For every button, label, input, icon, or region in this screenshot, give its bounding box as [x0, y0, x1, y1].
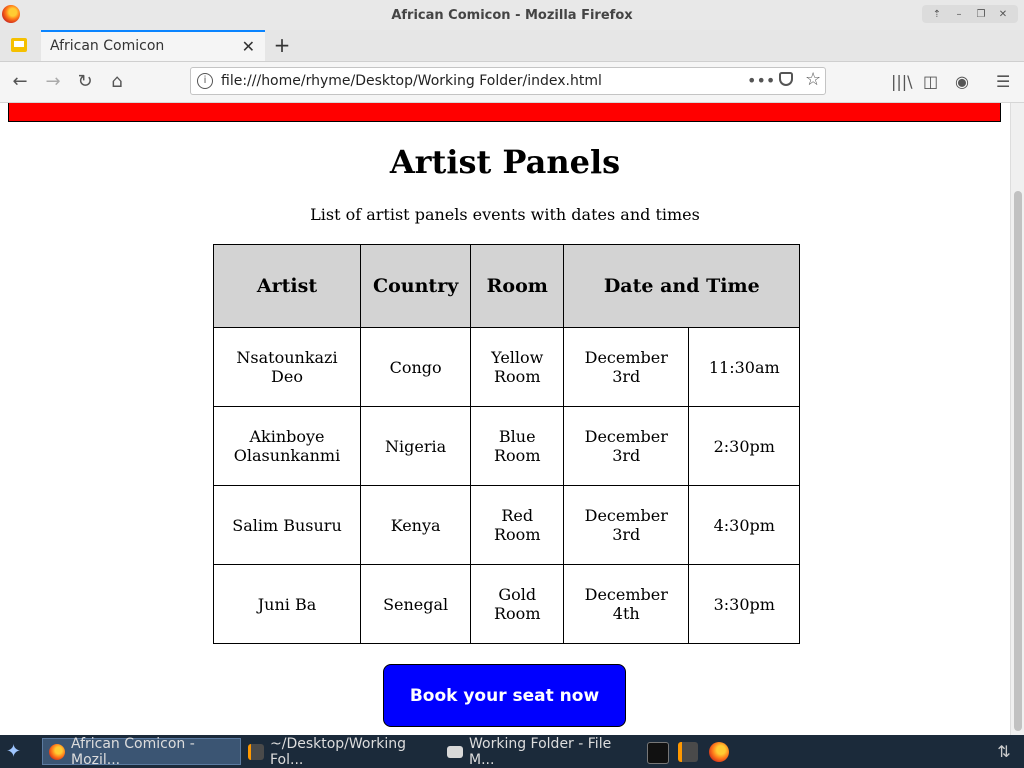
start-menu-icon[interactable]: ✦: [6, 741, 28, 763]
cell-country: Congo: [359, 327, 472, 407]
navigation-toolbar: ← → ↻ ⌂ i file:///home/rhyme/Desktop/Wor…: [0, 62, 1024, 103]
header-room: Room: [470, 244, 565, 328]
page-subtitle: List of artist panels events with dates …: [310, 205, 700, 224]
cell-artist: Nsatounkazi Deo: [213, 327, 361, 407]
taskbar-item-label: African Comicon - Mozil...: [71, 735, 195, 768]
cell-room: Yellow Room: [470, 327, 565, 407]
header-country: Country: [359, 244, 472, 328]
page-title: Artist Panels: [389, 143, 621, 181]
account-icon[interactable]: ◉: [955, 72, 969, 91]
back-button[interactable]: ←: [9, 71, 31, 93]
menu-icon[interactable]: ☰: [996, 72, 1010, 91]
taskbar-item-sublime[interactable]: ~/Desktop/Working Fol...: [242, 735, 440, 768]
url-text[interactable]: file:///home/rhyme/Desktop/Working Folde…: [221, 73, 602, 89]
cell-date: December 3rd: [563, 327, 690, 407]
cell-country: Kenya: [359, 485, 472, 565]
table-row: Akinboye Olasunkanmi Nigeria Blue Room D…: [213, 406, 801, 486]
cell-time: 3:30pm: [688, 564, 801, 644]
taskbar-item-file-manager[interactable]: Working Folder - File M...: [441, 735, 639, 768]
cell-artist: Salim Busuru: [213, 485, 361, 565]
cell-room: Red Room: [470, 485, 565, 565]
network-icon[interactable]: ⇅: [994, 742, 1014, 762]
firefox-icon: [49, 743, 65, 760]
library-icon[interactable]: |||\: [891, 72, 913, 91]
page-actions-icon[interactable]: •••: [747, 71, 775, 90]
page-viewport: Artist Panels List of artist panels even…: [0, 103, 1010, 735]
bookmark-star-icon[interactable]: ☆: [805, 69, 821, 90]
window-title: African Comicon - Mozilla Firefox: [391, 8, 633, 23]
cell-time: 2:30pm: [688, 406, 801, 486]
cell-date: December 3rd: [563, 406, 690, 486]
tab-label: African Comicon: [50, 38, 165, 54]
window-close-button[interactable]: ✕: [992, 5, 1014, 23]
artist-panels-table: Artist Country Room Date and Time Nsatou…: [213, 244, 801, 644]
taskbar-item-label: Working Folder - File M...: [469, 735, 612, 768]
cell-time: 11:30am: [688, 327, 801, 407]
taskbar: ✦ African Comicon - Mozil... ~/Desktop/W…: [0, 735, 1024, 768]
window-titlebar: African Comicon - Mozilla Firefox ⇡ – ❐ …: [0, 0, 1024, 30]
window-shade-button[interactable]: ⇡: [926, 5, 948, 23]
cell-artist: Akinboye Olasunkanmi: [213, 406, 361, 486]
tab-bar: African Comicon ✕ +: [0, 30, 1024, 62]
window-controls: ⇡ – ❐ ✕: [922, 5, 1018, 23]
taskbar-item-firefox[interactable]: African Comicon - Mozil...: [42, 735, 241, 768]
book-seat-button[interactable]: Book your seat now: [383, 664, 626, 727]
table-header-row: Artist Country Room Date and Time: [213, 244, 801, 328]
firefox-launcher-icon[interactable]: [709, 742, 729, 762]
header-date-time: Date and Time: [563, 244, 801, 328]
cell-date: December 4th: [563, 564, 690, 644]
home-button[interactable]: ⌂: [106, 71, 128, 93]
table-row: Salim Busuru Kenya Red Room December 3rd…: [213, 485, 801, 565]
cell-country: Senegal: [359, 564, 472, 644]
tab-close-icon[interactable]: ✕: [242, 37, 255, 56]
table-row: Nsatounkazi Deo Congo Yellow Room Decemb…: [213, 327, 801, 407]
cell-time: 4:30pm: [688, 485, 801, 565]
reload-button[interactable]: ↻: [74, 71, 96, 93]
address-bar[interactable]: i file:///home/rhyme/Desktop/Working Fol…: [190, 67, 826, 95]
cell-country: Nigeria: [359, 406, 472, 486]
pocket-icon[interactable]: [779, 72, 793, 86]
window-maximize-button[interactable]: ❐: [970, 5, 992, 23]
pinned-tab-icon[interactable]: [11, 38, 27, 52]
sublime-launcher-icon[interactable]: [678, 742, 698, 762]
forward-button[interactable]: →: [42, 71, 64, 93]
cell-room: Gold Room: [470, 564, 565, 644]
cell-room: Blue Room: [470, 406, 565, 486]
cell-artist: Juni Ba: [213, 564, 361, 644]
sublime-text-icon: [248, 743, 264, 760]
terminal-icon[interactable]: [647, 742, 669, 764]
taskbar-item-label: ~/Desktop/Working Fol...: [270, 735, 407, 768]
sidebar-icon[interactable]: ◫: [923, 72, 938, 91]
header-artist: Artist: [213, 244, 361, 328]
folder-icon: [447, 745, 463, 758]
new-tab-button[interactable]: +: [272, 33, 292, 57]
tab-african-comicon[interactable]: African Comicon ✕: [41, 30, 265, 61]
table-row: Juni Ba Senegal Gold Room December 4th 3…: [213, 564, 801, 644]
scrollbar-thumb[interactable]: [1014, 191, 1022, 731]
window-minimize-button[interactable]: –: [948, 5, 970, 23]
site-info-icon[interactable]: i: [197, 73, 213, 89]
cell-date: December 3rd: [563, 485, 690, 565]
vertical-scrollbar[interactable]: [1010, 103, 1024, 735]
red-banner: [8, 103, 1001, 122]
